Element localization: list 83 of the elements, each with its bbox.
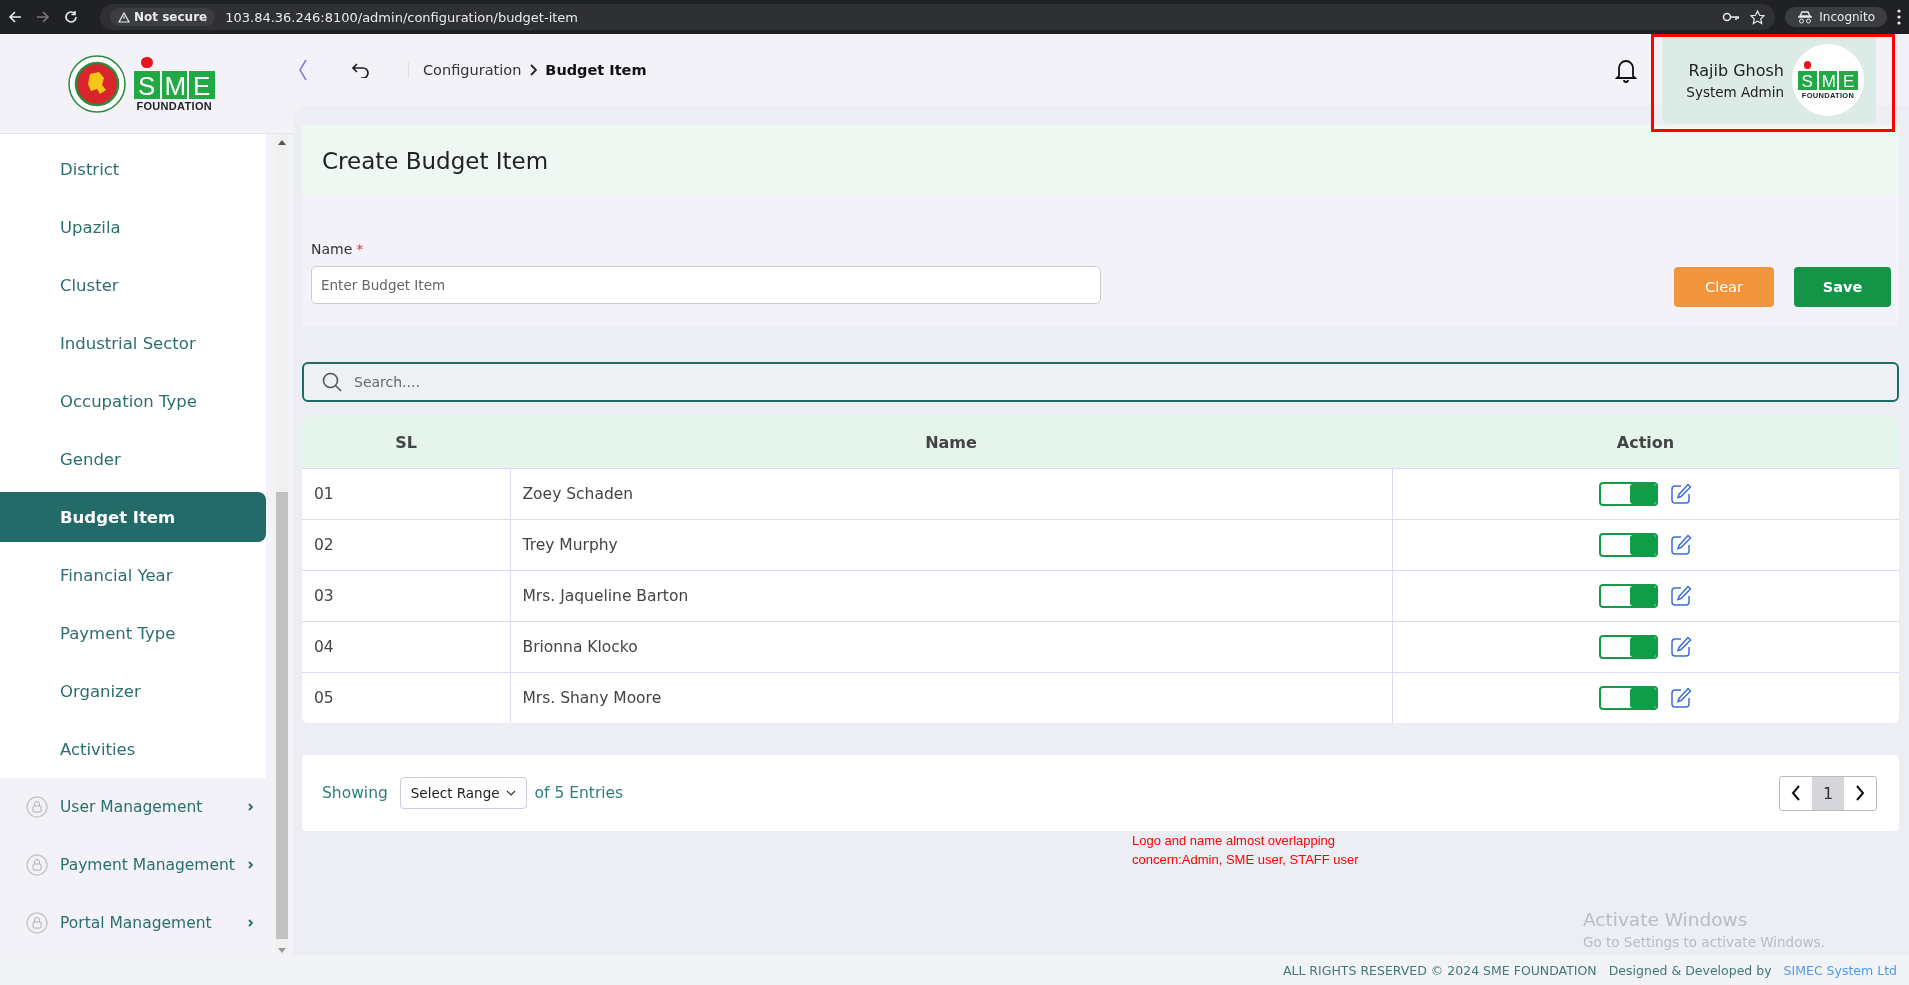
lock-icon: [26, 854, 48, 876]
key-icon[interactable]: [1722, 11, 1741, 23]
credit-text: Designed & Developed by: [1608, 962, 1772, 978]
showing-label: Showing: [322, 784, 388, 802]
column-header: SL: [302, 416, 510, 469]
column-header: Name: [510, 416, 1392, 469]
budget-item-input[interactable]: Enter Budget Item: [311, 266, 1101, 304]
sidebar-item[interactable]: District: [0, 140, 266, 198]
scroll-down-icon[interactable]: [278, 948, 286, 953]
chevron-right-icon: [529, 63, 538, 76]
address-field[interactable]: 103.84.36.246:8100/admin/configuration/budget-item: [225, 9, 579, 25]
chevron-left-icon: [1791, 785, 1801, 801]
chevron-right-icon: [1855, 785, 1865, 801]
table-cell: 05: [302, 672, 510, 723]
range-select[interactable]: Select Range: [399, 777, 527, 809]
table-cell: Brionna Klocko: [510, 621, 1392, 673]
lock-icon: [26, 912, 48, 934]
sidebar-item[interactable]: Cluster: [0, 256, 266, 314]
chevron-down-icon: [505, 790, 516, 796]
status-toggle[interactable]: [1599, 584, 1659, 608]
search-icon: [322, 372, 342, 392]
table-cell: Mrs. Shany Moore: [510, 672, 1392, 723]
form-title: Create Budget Item: [302, 125, 1899, 197]
breadcrumb-current: Budget Item: [545, 61, 647, 78]
status-toggle[interactable]: [1599, 533, 1659, 557]
edit-icon[interactable]: [1670, 483, 1693, 505]
lock-icon: [26, 796, 48, 818]
edit-icon[interactable]: [1670, 534, 1693, 556]
status-toggle[interactable]: [1599, 482, 1659, 506]
field-label: Name *: [311, 241, 365, 257]
warning-icon: [118, 11, 130, 23]
page-button[interactable]: 1: [1812, 776, 1844, 810]
table-cell: 04: [302, 621, 510, 673]
emblem-logo: [68, 54, 126, 113]
chevron-right-icon: [248, 919, 254, 927]
sme-logo: S M E FOUNDATION: [134, 55, 215, 112]
search-field[interactable]: Search....: [302, 362, 1899, 402]
forward-icon[interactable]: [36, 10, 50, 24]
table-cell: Mrs. Jaqueline Barton: [510, 570, 1392, 622]
copyright-text: ALL RIGHTS RESERVED © 2024 SME FOUNDATION: [1282, 962, 1597, 978]
table-cell: 01: [302, 468, 510, 520]
entries-count: of 5 Entries: [534, 784, 624, 802]
save-button[interactable]: Save: [1794, 267, 1891, 307]
sidebar-group[interactable]: User Management: [0, 778, 266, 836]
table-cell: Zoey Schaden: [510, 468, 1392, 520]
sidebar-item[interactable]: Occupation Type: [0, 372, 266, 430]
sidebar-group[interactable]: Portal Management: [0, 894, 266, 952]
user-name: Rajib Ghosh: [1688, 60, 1784, 80]
sidebar-item[interactable]: Gender: [0, 430, 266, 488]
column-header: Action: [1392, 416, 1899, 469]
back-icon[interactable]: [352, 61, 370, 78]
edit-icon[interactable]: [1670, 585, 1693, 607]
sidebar-item[interactable]: Payment Type: [0, 604, 266, 662]
sidebar-item[interactable]: Upazila: [0, 198, 266, 256]
sidebar-group[interactable]: Payment Management: [0, 836, 266, 894]
security-indicator[interactable]: Not secure: [110, 8, 216, 26]
chevron-right-icon: [248, 803, 254, 811]
status-toggle[interactable]: [1599, 686, 1659, 710]
incognito-badge[interactable]: Incognito: [1785, 7, 1887, 27]
table-cell: 03: [302, 570, 510, 622]
status-toggle[interactable]: [1599, 635, 1659, 659]
collapse-sidebar-icon[interactable]: [298, 58, 308, 81]
sidebar-item[interactable]: Financial Year: [0, 546, 266, 604]
reload-icon[interactable]: [64, 10, 78, 24]
scroll-up-icon[interactable]: [278, 140, 286, 145]
table-cell: Trey Murphy: [510, 519, 1392, 571]
security-label: Not secure: [134, 10, 208, 24]
annotation-note: Logo and name almost overlapping: [1132, 832, 1337, 850]
breadcrumb-link[interactable]: Configuration: [423, 61, 522, 78]
annotation-note: concern:Admin, SME user, STAFF user: [1132, 851, 1360, 869]
sidebar-item[interactable]: Industrial Sector: [0, 314, 266, 372]
sidebar-item[interactable]: Budget Item: [0, 492, 266, 542]
sidebar-item[interactable]: Activities: [0, 720, 266, 778]
user-role: System Admin: [1686, 83, 1784, 100]
scrollbar[interactable]: [276, 134, 288, 955]
incognito-icon: [1797, 10, 1814, 24]
star-icon[interactable]: [1750, 9, 1766, 25]
table-cell: 02: [302, 519, 510, 571]
more-menu-icon[interactable]: [1897, 9, 1901, 25]
chevron-right-icon: [248, 861, 254, 869]
sidebar-item[interactable]: Organizer: [0, 662, 266, 720]
edit-icon[interactable]: [1670, 636, 1693, 658]
edit-icon[interactable]: [1670, 687, 1693, 709]
